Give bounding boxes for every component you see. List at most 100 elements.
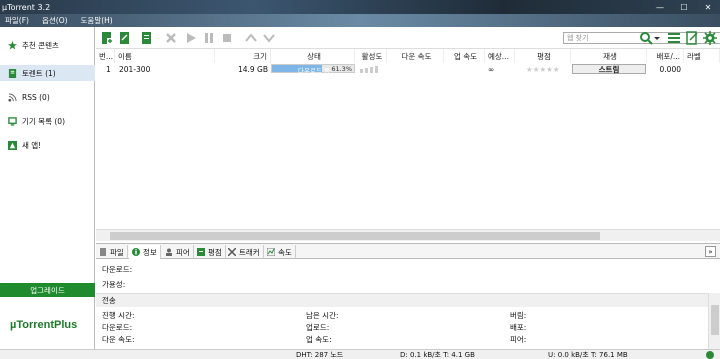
create-torrent-icon[interactable] (140, 31, 154, 45)
tab-label: 속도 (278, 247, 292, 257)
row-rating[interactable]: ★★★★★ (526, 63, 560, 75)
connection-ok-icon[interactable] (706, 351, 714, 359)
elapsed-label: 진행 시간: (102, 311, 135, 320)
tab-trackers[interactable]: 트래커 (225, 245, 264, 259)
upload-status: U: 0.0 kB/초 T: 76.1 MB (548, 351, 628, 359)
file-icon (99, 248, 107, 256)
star-icon (8, 40, 17, 50)
tab-label: 평점 (208, 247, 222, 257)
pause-icon[interactable] (202, 31, 216, 45)
stream-button[interactable]: 스트림 (572, 64, 646, 74)
info-icon (132, 248, 140, 256)
progress-bar: 다운로드 중 61.3% (271, 64, 355, 75)
downloaded-field-label: 다운로드: (102, 323, 133, 332)
column-header-status[interactable]: 상태 (271, 49, 355, 63)
column-header-number[interactable]: 번... (96, 49, 115, 63)
device-icon (8, 116, 17, 126)
row-size: 14.9 GB (237, 64, 268, 74)
peers-label: 피어: (510, 335, 527, 344)
tab-peers[interactable]: 피어 (162, 245, 194, 259)
move-up-icon[interactable] (244, 31, 258, 45)
column-header-up-speed[interactable]: 업 속도 (444, 49, 485, 63)
column-header-eta[interactable]: 예상... (485, 49, 515, 63)
sidebar-item-torrents[interactable]: 토렌트 (1) (0, 65, 95, 81)
sidebar-item-label: 새 앱! (22, 140, 42, 150)
detail-panel: 다운로드: 가용성: 전송 진행 시간: 남은 시간: 버림: 다운로드: 업로… (96, 259, 720, 349)
maximize-icon[interactable]: ☐ (672, 0, 696, 14)
column-header-size[interactable]: 크기 (215, 49, 271, 63)
sidebar-item-label: RSS (0) (22, 92, 50, 102)
rating-icon (197, 248, 205, 256)
detail-tabs: 파일 정보 피어 평점 트래커 속도 » (96, 243, 720, 259)
tab-info[interactable]: 정보 (129, 245, 161, 259)
column-header-rating[interactable]: 평점 (515, 49, 571, 63)
search-icon[interactable] (639, 31, 653, 45)
scrollbar-thumb[interactable] (110, 232, 600, 240)
sidebar-item-label: 기기 목록 (0) (22, 116, 65, 126)
sidebar-item-devices[interactable]: 기기 목록 (0) (0, 113, 95, 129)
column-header-label[interactable]: 라벨 (684, 49, 720, 63)
torrent-icon (8, 68, 17, 78)
list-view-icon[interactable] (667, 31, 681, 45)
menu-file[interactable]: 파일(F) (5, 15, 29, 26)
tab-speed[interactable]: 속도 (264, 245, 296, 259)
sidebar-item-featured[interactable]: 추천 콘텐츠 (0, 37, 95, 53)
chevron-down-icon[interactable] (653, 31, 661, 45)
add-url-icon[interactable] (118, 31, 132, 45)
tracker-icon (227, 247, 237, 257)
horizontal-scrollbar[interactable] (96, 229, 720, 241)
dht-status: DHT: 287 노드 (296, 351, 344, 359)
speed-icon (266, 247, 276, 257)
up-speed-label: 업 속도: (306, 335, 332, 344)
tab-label: 피어 (176, 247, 190, 257)
tab-label: 트래커 (239, 247, 260, 257)
seeds-label: 배포: (510, 323, 527, 332)
column-header-down-speed[interactable]: 다운 속도 (387, 49, 444, 63)
peers-icon (165, 248, 173, 256)
menu-options[interactable]: 옵션(O) (42, 15, 68, 26)
transfer-section-header: 전송 (96, 293, 708, 307)
minimize-icon[interactable]: — (648, 0, 672, 14)
menu-help[interactable]: 도움말(H) (81, 15, 113, 26)
toolbar: 웹 찾기 (96, 27, 720, 49)
rss-icon (8, 92, 17, 102)
tab-label: 파일 (110, 247, 124, 257)
collapse-panel-icon[interactable]: » (705, 246, 716, 257)
availability-label: 가용성: (102, 280, 126, 289)
gear-icon[interactable] (703, 31, 717, 45)
torrent-list: 번... 이름 크기 상태 활성도 다운 속도 업 속도 예상... 평점 재생… (96, 49, 720, 242)
uploaded-label: 업로드: (306, 323, 330, 332)
column-header-play[interactable]: 재생 (571, 49, 647, 63)
activity-bars-icon (360, 63, 382, 75)
downloaded-label: 다운로드: (102, 265, 133, 274)
close-icon[interactable]: ✕ (696, 0, 720, 14)
row-name: 201-300 (119, 64, 151, 74)
row-number: 1 (106, 64, 111, 74)
column-header-name[interactable]: 이름 (115, 49, 215, 63)
row-ratio: 0.000 (659, 64, 681, 74)
sidebar: 추천 콘텐츠 토렌트 (1) RSS (0) 기기 목록 (0) 새 앱! 업그… (0, 27, 95, 349)
download-status: D: 0.1 kB/초 T: 4.1 GB (400, 351, 475, 359)
start-icon[interactable] (184, 31, 198, 45)
sidebar-item-label: 추천 콘텐츠 (22, 40, 59, 50)
remote-icon[interactable] (685, 31, 699, 45)
column-header-activity[interactable]: 활성도 (355, 49, 387, 63)
column-header-ratio[interactable]: 배포/... (647, 49, 684, 63)
tab-label: 정보 (143, 247, 157, 257)
tab-ratings[interactable]: 평점 (194, 245, 226, 259)
wasted-label: 버림: (510, 311, 527, 320)
add-torrent-icon[interactable] (100, 31, 114, 45)
sidebar-item-rss[interactable]: RSS (0) (0, 89, 95, 105)
vertical-scrollbar[interactable] (708, 293, 720, 349)
utorrent-plus-logo[interactable]: µTorrentPlus (10, 319, 77, 331)
sidebar-item-label: 토렌트 (1) (22, 68, 56, 78)
scrollbar-thumb[interactable] (711, 305, 719, 335)
move-down-icon[interactable] (262, 31, 276, 45)
upgrade-button[interactable]: 업그레이드 (0, 283, 95, 297)
tab-files[interactable]: 파일 (96, 245, 128, 259)
sidebar-item-apps[interactable]: 새 앱! (0, 137, 95, 153)
app-title: µTorrent 3.2 (2, 2, 51, 12)
remove-icon[interactable] (164, 31, 178, 45)
torrent-row[interactable]: 1 201-300 14.9 GB 다운로드 중 61.3% ∞ ★★★★★ 스… (96, 63, 720, 75)
stop-icon[interactable] (220, 31, 234, 45)
